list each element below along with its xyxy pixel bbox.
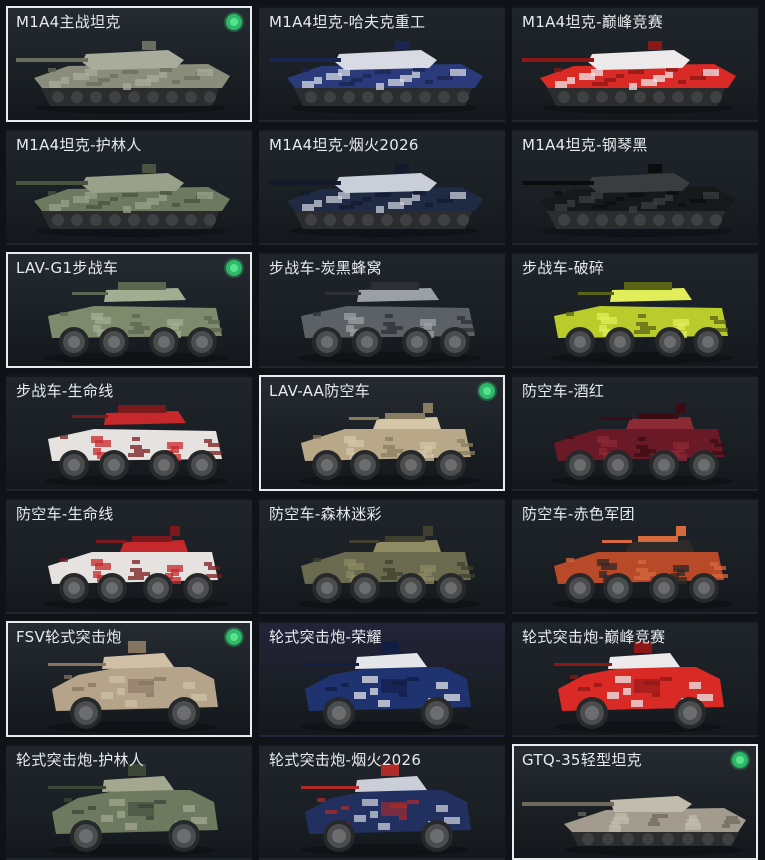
vehicle-skin-label: M1A4坦克-哈夫克重工 [269, 13, 426, 31]
vehicle-skin-card[interactable]: LAV-AA防空车 [259, 375, 505, 491]
vehicle-skin-card[interactable]: M1A4坦克-哈夫克重工 [259, 6, 505, 122]
vehicle-skin-card[interactable]: M1A4主战坦克 [6, 6, 252, 122]
vehicle-skin-card[interactable]: 轮式突击炮-巅峰竞赛 [512, 621, 758, 737]
vehicle-skin-label: 步战车-生命线 [16, 382, 114, 400]
vehicle-skin-card[interactable]: M1A4坦克-烟火2026 [259, 129, 505, 245]
vehicle-skin-label: M1A4坦克-巅峰竞赛 [522, 13, 664, 31]
vehicle-skin-grid: M1A4主战坦克 M1A4坦克-哈夫克重工 M1A4坦克-巅峰竞赛 M1A4坦克-护林… [6, 6, 758, 860]
vehicle-skin-card[interactable]: 步战车-生命线 [6, 375, 252, 491]
vehicle-skin-card[interactable]: LAV-G1步战车 [6, 252, 252, 368]
vehicle-skin-label: 轮式突击炮-荣耀 [269, 628, 382, 646]
vehicle-skin-card[interactable]: 步战车-破碎 [512, 252, 758, 368]
vehicle-skin-label: 轮式突击炮-烟火2026 [269, 751, 422, 769]
vehicle-skin-label: GTQ-35轻型坦克 [522, 751, 642, 769]
vehicle-skin-card[interactable]: 轮式突击炮-荣耀 [259, 621, 505, 737]
vehicle-skin-card[interactable]: M1A4坦克-钢琴黑 [512, 129, 758, 245]
vehicle-skin-card[interactable]: GTQ-35轻型坦克 [512, 744, 758, 860]
vehicle-skin-label: LAV-AA防空车 [269, 382, 371, 400]
vehicle-skin-label: M1A4坦克-护林人 [16, 136, 142, 154]
vehicle-skin-label: 步战车-炭黑蜂窝 [269, 259, 382, 277]
vehicle-skin-label: LAV-G1步战车 [16, 259, 119, 277]
vehicle-skin-label: 防空车-酒红 [522, 382, 605, 400]
vehicle-skin-label: M1A4坦克-烟火2026 [269, 136, 419, 154]
vehicle-skin-label: 防空车-赤色军团 [522, 505, 635, 523]
owned-status-icon [479, 383, 495, 399]
vehicle-skin-card[interactable]: 轮式突击炮-护林人 [6, 744, 252, 860]
owned-status-icon [226, 14, 242, 30]
vehicle-skin-card[interactable]: M1A4坦克-巅峰竞赛 [512, 6, 758, 122]
vehicle-skin-label: 步战车-破碎 [522, 259, 605, 277]
vehicle-skin-card[interactable]: 防空车-酒红 [512, 375, 758, 491]
vehicle-skin-label: 轮式突击炮-巅峰竞赛 [522, 628, 666, 646]
vehicle-skin-card[interactable]: 防空车-赤色军团 [512, 498, 758, 614]
vehicle-skin-card[interactable]: 步战车-炭黑蜂窝 [259, 252, 505, 368]
vehicle-skin-card[interactable]: 防空车-生命线 [6, 498, 252, 614]
vehicle-skin-card[interactable]: M1A4坦克-护林人 [6, 129, 252, 245]
vehicle-skin-label: M1A4主战坦克 [16, 13, 121, 31]
vehicle-skin-card[interactable]: 轮式突击炮-烟火2026 [259, 744, 505, 860]
vehicle-skin-card[interactable]: 防空车-森林迷彩 [259, 498, 505, 614]
vehicle-skin-label: 防空车-生命线 [16, 505, 114, 523]
vehicle-skin-label: 防空车-森林迷彩 [269, 505, 382, 523]
vehicle-skin-label: 轮式突击炮-护林人 [16, 751, 145, 769]
vehicle-skin-card[interactable]: FSV轮式突击炮 [6, 621, 252, 737]
owned-status-icon [226, 629, 242, 645]
vehicle-skin-label: FSV轮式突击炮 [16, 628, 122, 646]
vehicle-skin-label: M1A4坦克-钢琴黑 [522, 136, 648, 154]
owned-status-icon [732, 752, 748, 768]
owned-status-icon [226, 260, 242, 276]
